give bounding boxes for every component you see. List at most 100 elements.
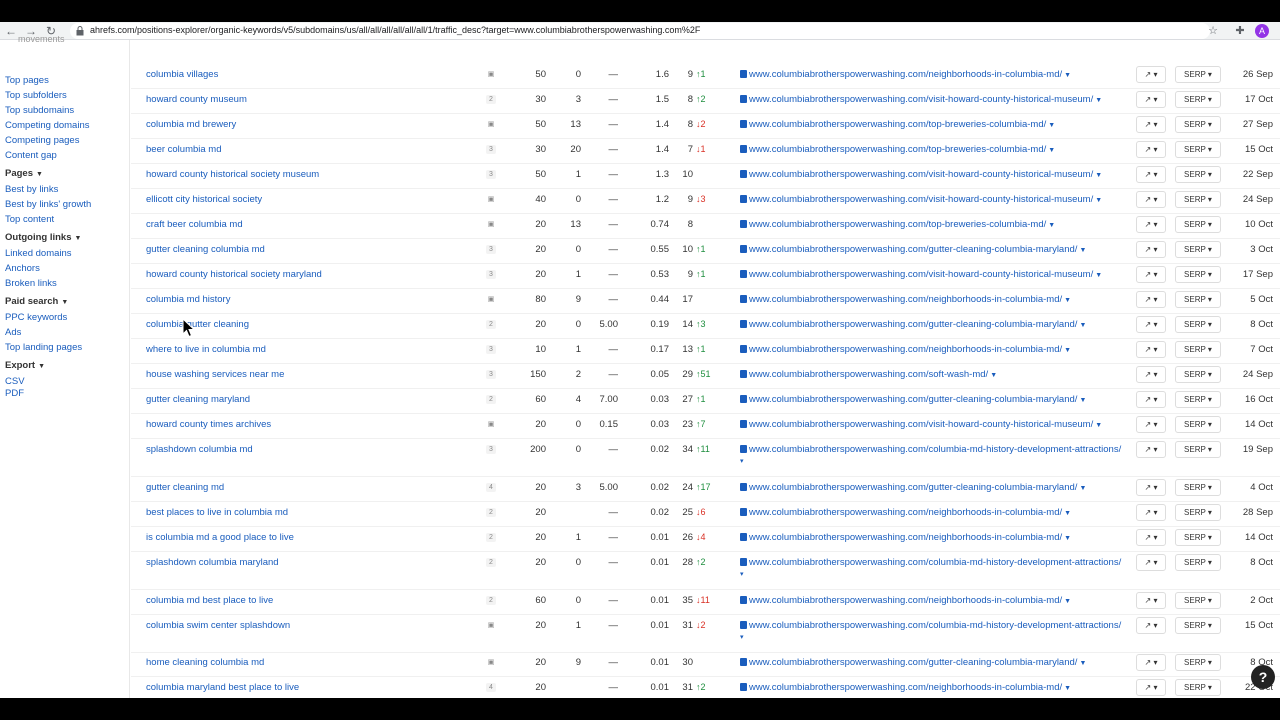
chevron-down-icon[interactable]: ▾ (740, 633, 744, 641)
sidebar-heading-export[interactable]: Export ▼ (5, 360, 45, 371)
ranking-url-link[interactable]: www.columbiabrotherspowerwashing.com/nei… (740, 294, 1071, 305)
ranking-url-link[interactable]: www.columbiabrotherspowerwashing.com/vis… (740, 194, 1102, 205)
ranking-url-link[interactable]: www.columbiabrotherspowerwashing.com/vis… (740, 94, 1102, 105)
serp-button[interactable]: SERP ▾ (1175, 216, 1221, 233)
keyword-link[interactable]: craft beer columbia md (146, 219, 243, 230)
serp-button[interactable]: SERP ▾ (1175, 116, 1221, 133)
keyword-link[interactable]: is columbia md a good place to live (146, 532, 294, 543)
trend-chart-button[interactable]: ↗ ▾ (1136, 366, 1166, 383)
chevron-down-icon[interactable]: ▼ (1064, 535, 1071, 542)
ranking-url-link[interactable]: www.columbiabrotherspowerwashing.com/top… (740, 144, 1055, 155)
serp-button[interactable]: SERP ▾ (1175, 479, 1221, 496)
chevron-down-icon[interactable]: ▼ (1064, 510, 1071, 517)
serp-button[interactable]: SERP ▾ (1175, 617, 1221, 634)
serp-button[interactable]: SERP ▾ (1175, 316, 1221, 333)
serp-button[interactable]: SERP ▾ (1175, 416, 1221, 433)
help-button[interactable]: ? (1251, 665, 1275, 689)
keyword-link[interactable]: gutter cleaning md (146, 482, 224, 493)
serp-button[interactable]: SERP ▾ (1175, 141, 1221, 158)
address-bar[interactable]: ahrefs.com/positions-explorer/organic-ke… (70, 23, 1210, 39)
trend-chart-button[interactable]: ↗ ▾ (1136, 341, 1166, 358)
keyword-link[interactable]: howard county times archives (146, 419, 271, 430)
keyword-link[interactable]: columbia md best place to live (146, 595, 273, 606)
keyword-link[interactable]: best places to live in columbia md (146, 507, 288, 518)
serp-button[interactable]: SERP ▾ (1175, 441, 1221, 458)
sidebar-item-content-gap[interactable]: Content gap (5, 150, 57, 161)
chevron-down-icon[interactable]: ▼ (1095, 172, 1102, 179)
keyword-link[interactable]: gutter cleaning maryland (146, 394, 250, 405)
trend-chart-button[interactable]: ↗ ▾ (1136, 441, 1166, 458)
ranking-url-link[interactable]: www.columbiabrotherspowerwashing.com/col… (740, 557, 1121, 568)
chevron-down-icon[interactable]: ▼ (1064, 598, 1071, 605)
sidebar-item-top-pages[interactable]: Top pages (5, 75, 49, 86)
sidebar-heading-pages[interactable]: Pages ▼ (5, 168, 43, 179)
ranking-url-link[interactable]: www.columbiabrotherspowerwashing.com/vis… (740, 269, 1102, 280)
star-icon[interactable]: ☆ (1205, 23, 1221, 39)
chevron-down-icon[interactable]: ▼ (1048, 122, 1055, 129)
sidebar-item-competing-pages[interactable]: Competing pages (5, 135, 79, 146)
sidebar-item-pdf[interactable]: PDF (5, 388, 24, 399)
keyword-link[interactable]: house washing services near me (146, 369, 284, 380)
sidebar-item-top-landing-pages[interactable]: Top landing pages (5, 342, 82, 353)
serp-button[interactable]: SERP ▾ (1175, 504, 1221, 521)
keyword-link[interactable]: home cleaning columbia md (146, 657, 264, 668)
chevron-down-icon[interactable]: ▼ (1095, 422, 1102, 429)
keyword-link[interactable]: gutter cleaning columbia md (146, 244, 265, 255)
keyword-link[interactable]: howard county historical society museum (146, 169, 319, 180)
trend-chart-button[interactable]: ↗ ▾ (1136, 529, 1166, 546)
avatar[interactable]: A (1255, 24, 1269, 38)
sidebar-heading-paid-search[interactable]: Paid search ▼ (5, 296, 68, 307)
sidebar-item-top-subfolders[interactable]: Top subfolders (5, 90, 67, 101)
chevron-down-icon[interactable]: ▼ (1048, 147, 1055, 154)
keyword-link[interactable]: columbia villages (146, 69, 218, 80)
serp-button[interactable]: SERP ▾ (1175, 241, 1221, 258)
trend-chart-button[interactable]: ↗ ▾ (1136, 617, 1166, 634)
keyword-link[interactable]: where to live in columbia md (146, 344, 266, 355)
sidebar-item-top-content[interactable]: Top content (5, 214, 54, 225)
chevron-down-icon[interactable]: ▼ (1064, 347, 1071, 354)
keyword-link[interactable]: splashdown columbia md (146, 444, 253, 455)
serp-button[interactable]: SERP ▾ (1175, 654, 1221, 671)
serp-button[interactable]: SERP ▾ (1175, 266, 1221, 283)
keyword-link[interactable]: columbia md history (146, 294, 230, 305)
trend-chart-button[interactable]: ↗ ▾ (1136, 266, 1166, 283)
sidebar-item-broken-links[interactable]: Broken links (5, 278, 57, 289)
keyword-link[interactable]: columbia gutter cleaning (146, 319, 249, 330)
serp-button[interactable]: SERP ▾ (1175, 554, 1221, 571)
ranking-url-link[interactable]: www.columbiabrotherspowerwashing.com/vis… (740, 169, 1102, 180)
trend-chart-button[interactable]: ↗ ▾ (1136, 416, 1166, 433)
keyword-link[interactable]: beer columbia md (146, 144, 222, 155)
serp-button[interactable]: SERP ▾ (1175, 191, 1221, 208)
back-icon[interactable]: ← (3, 23, 19, 39)
keyword-link[interactable]: howard county museum (146, 94, 247, 105)
sidebar-item-competing-domains[interactable]: Competing domains (5, 120, 90, 131)
keyword-link[interactable]: columbia swim center splashdown (146, 620, 290, 631)
trend-chart-button[interactable]: ↗ ▾ (1136, 241, 1166, 258)
chevron-down-icon[interactable]: ▼ (1095, 97, 1102, 104)
ranking-url-link[interactable]: www.columbiabrotherspowerwashing.com/nei… (740, 682, 1071, 693)
chevron-down-icon[interactable]: ▼ (1064, 72, 1071, 79)
keyword-link[interactable]: columbia md brewery (146, 119, 236, 130)
sidebar-heading-outgoing-links[interactable]: Outgoing links ▼ (5, 232, 81, 243)
chevron-down-icon[interactable]: ▼ (1064, 685, 1071, 692)
sidebar-item-csv[interactable]: CSV (5, 376, 25, 387)
serp-button[interactable]: SERP ▾ (1175, 66, 1221, 83)
chevron-down-icon[interactable]: ▼ (1064, 297, 1071, 304)
ranking-url-link[interactable]: www.columbiabrotherspowerwashing.com/gut… (740, 482, 1086, 493)
trend-chart-button[interactable]: ↗ ▾ (1136, 554, 1166, 571)
ranking-url-link[interactable]: www.columbiabrotherspowerwashing.com/nei… (740, 69, 1071, 80)
ranking-url-link[interactable]: www.columbiabrotherspowerwashing.com/sof… (740, 369, 997, 380)
ranking-url-link[interactable]: www.columbiabrotherspowerwashing.com/col… (740, 444, 1121, 455)
serp-button[interactable]: SERP ▾ (1175, 592, 1221, 609)
chevron-down-icon[interactable]: ▼ (1095, 272, 1102, 279)
chevron-down-icon[interactable]: ▼ (1079, 322, 1086, 329)
sidebar-item-best-by-links-growth[interactable]: Best by links' growth (5, 199, 91, 210)
ranking-url-link[interactable]: www.columbiabrotherspowerwashing.com/gut… (740, 244, 1086, 255)
keyword-link[interactable]: columbia maryland best place to live (146, 682, 299, 693)
chevron-down-icon[interactable]: ▾ (740, 457, 744, 465)
trend-chart-button[interactable]: ↗ ▾ (1136, 91, 1166, 108)
trend-chart-button[interactable]: ↗ ▾ (1136, 66, 1166, 83)
ranking-url-link[interactable]: www.columbiabrotherspowerwashing.com/nei… (740, 532, 1071, 543)
chevron-down-icon[interactable]: ▼ (1079, 660, 1086, 667)
chevron-down-icon[interactable]: ▼ (1095, 197, 1102, 204)
